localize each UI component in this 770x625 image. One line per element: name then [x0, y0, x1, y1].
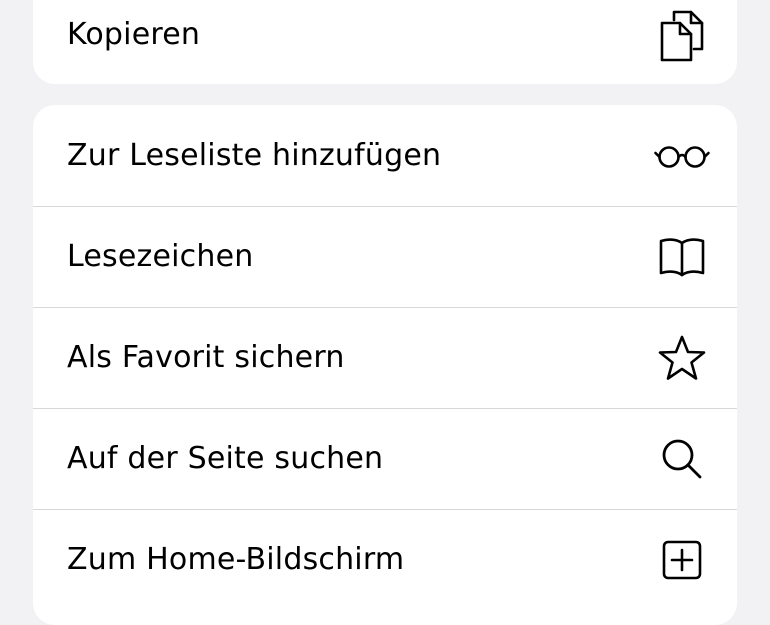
magnifier-icon	[655, 432, 709, 486]
reading-list-label: Zur Leseliste hinzufügen	[67, 138, 442, 173]
bookmark-menu-item[interactable]: Lesezeichen	[33, 206, 737, 307]
find-on-page-label: Auf der Seite suchen	[67, 441, 384, 476]
star-icon	[655, 331, 709, 385]
glasses-icon	[654, 129, 710, 183]
plus-square-icon	[655, 533, 709, 587]
copy-icon	[655, 8, 709, 62]
add-to-home-menu-item[interactable]: Zum Home-Bildschirm	[33, 509, 737, 610]
copy-menu-item[interactable]: Kopieren	[33, 0, 737, 84]
copy-label: Kopieren	[67, 17, 201, 52]
add-to-home-label: Zum Home-Bildschirm	[67, 542, 405, 577]
share-menu-group-top: Kopieren	[33, 0, 737, 84]
favorite-menu-item[interactable]: Als Favorit sichern	[33, 307, 737, 408]
favorite-label: Als Favorit sichern	[67, 340, 345, 375]
bookmark-label: Lesezeichen	[67, 239, 254, 274]
book-icon	[655, 230, 709, 284]
share-menu-group-main: Zur Leseliste hinzufügen Lesezeichen Als…	[33, 105, 737, 625]
find-on-page-menu-item[interactable]: Auf der Seite suchen	[33, 408, 737, 509]
reading-list-menu-item[interactable]: Zur Leseliste hinzufügen	[33, 105, 737, 206]
